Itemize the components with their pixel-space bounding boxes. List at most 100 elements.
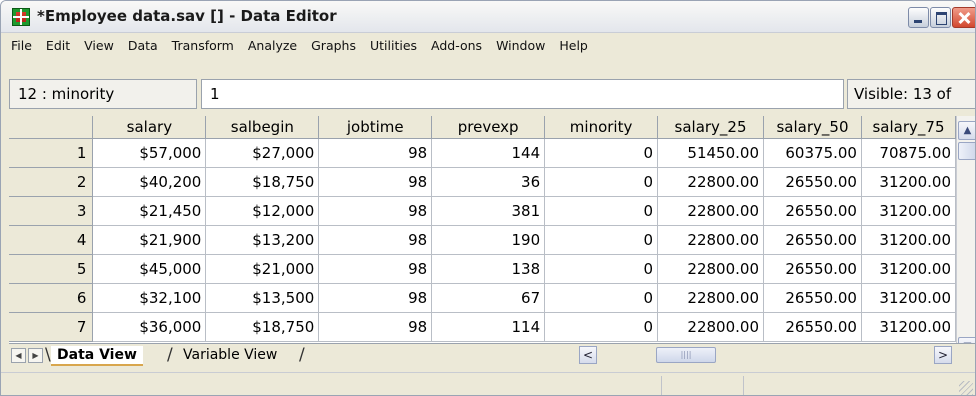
data-cell[interactable]: 0 [544, 225, 659, 255]
data-cell[interactable]: 381 [431, 196, 546, 226]
data-cell[interactable]: 0 [544, 167, 659, 197]
menu-help[interactable]: Help [552, 38, 595, 53]
scroll-up-icon[interactable]: ▲ [958, 121, 975, 140]
column-header[interactable]: salbegin [205, 116, 320, 139]
column-header[interactable]: minority [544, 116, 659, 139]
scroll-left-icon[interactable]: < [579, 346, 597, 364]
data-cell[interactable]: 0 [544, 283, 659, 313]
data-cell[interactable]: 22800.00 [657, 283, 764, 313]
data-cell[interactable]: 144 [431, 138, 546, 168]
data-cell[interactable]: $21,000 [205, 254, 320, 284]
data-cell[interactable]: 98 [318, 254, 433, 284]
data-cell[interactable]: 67 [431, 283, 546, 313]
menu-graphs[interactable]: Graphs [304, 38, 363, 53]
data-cell[interactable]: $13,500 [205, 283, 320, 313]
column-header[interactable]: salary_25 [657, 116, 764, 139]
data-cell[interactable]: 36 [431, 167, 546, 197]
data-cell[interactable]: 51450.00 [657, 138, 764, 168]
menu-transform[interactable]: Transform [165, 38, 241, 53]
data-cell[interactable]: $13,200 [205, 225, 320, 255]
tab-next-icon[interactable]: ▶ [28, 348, 43, 363]
row-header[interactable]: 6 [9, 283, 94, 313]
horizontal-scroll-thumb[interactable]: |||| [656, 347, 716, 363]
tab-data-view[interactable]: Data View [51, 346, 143, 366]
row-header[interactable]: 2 [9, 167, 94, 197]
vertical-scrollbar[interactable]: ▲ ▼ [956, 116, 975, 356]
data-cell[interactable]: 26550.00 [763, 312, 862, 342]
data-cell[interactable]: 31200.00 [861, 312, 956, 342]
menu-add-ons[interactable]: Add-ons [424, 38, 489, 53]
data-cell[interactable]: 98 [318, 138, 433, 168]
column-header-row: salary salbegin jobtime prevexp minority… [9, 116, 956, 139]
data-cell[interactable]: 31200.00 [861, 196, 956, 226]
scroll-right-icon[interactable]: > [934, 346, 952, 364]
data-cell[interactable]: 60375.00 [763, 138, 862, 168]
title-bar[interactable]: *Employee data.sav [] - Data Editor [1, 1, 975, 33]
data-cell[interactable]: $27,000 [205, 138, 320, 168]
data-cell[interactable]: 26550.00 [763, 254, 862, 284]
row-header[interactable]: 5 [9, 254, 94, 284]
data-cell[interactable]: 31200.00 [861, 254, 956, 284]
tab-prev-icon[interactable]: ◀ [11, 348, 26, 363]
column-header[interactable]: salary_50 [763, 116, 862, 139]
column-header[interactable]: prevexp [431, 116, 546, 139]
tab-variable-view[interactable]: Variable View [177, 346, 283, 366]
data-cell[interactable]: $18,750 [205, 167, 320, 197]
data-cell[interactable]: 114 [431, 312, 546, 342]
data-cell[interactable]: 0 [544, 196, 659, 226]
menu-file[interactable]: File [4, 38, 39, 53]
data-cell[interactable]: 98 [318, 283, 433, 313]
data-cell[interactable]: 70875.00 [861, 138, 956, 168]
data-cell[interactable]: 31200.00 [861, 225, 956, 255]
menu-view[interactable]: View [77, 38, 121, 53]
data-cell[interactable]: 26550.00 [763, 225, 862, 255]
menu-window[interactable]: Window [489, 38, 552, 53]
grid-corner[interactable] [9, 116, 94, 139]
data-cell[interactable]: 22800.00 [657, 312, 764, 342]
column-header[interactable]: salary_75 [861, 116, 956, 139]
data-cell[interactable]: 98 [318, 225, 433, 255]
data-cell[interactable]: $21,900 [92, 225, 207, 255]
column-header[interactable]: jobtime [318, 116, 433, 139]
data-cell[interactable]: 31200.00 [861, 283, 956, 313]
data-cell[interactable]: 22800.00 [657, 225, 764, 255]
data-cell[interactable]: 26550.00 [763, 196, 862, 226]
menu-analyze[interactable]: Analyze [241, 38, 304, 53]
row-header[interactable]: 1 [9, 138, 94, 168]
row-header[interactable]: 4 [9, 225, 94, 255]
close-button[interactable] [952, 7, 975, 28]
column-header[interactable]: salary [92, 116, 207, 139]
cell-value-input[interactable]: 1 [201, 79, 844, 109]
data-cell[interactable]: $40,200 [92, 167, 207, 197]
data-cell[interactable]: 0 [544, 138, 659, 168]
data-cell[interactable]: $36,000 [92, 312, 207, 342]
minimize-button[interactable] [908, 7, 929, 28]
data-cell[interactable]: $32,100 [92, 283, 207, 313]
data-cell[interactable]: 138 [431, 254, 546, 284]
data-cell[interactable]: $18,750 [205, 312, 320, 342]
vertical-scroll-thumb[interactable] [958, 142, 975, 160]
data-cell[interactable]: 98 [318, 312, 433, 342]
data-cell[interactable]: 98 [318, 196, 433, 226]
menu-edit[interactable]: Edit [39, 38, 77, 53]
data-cell[interactable]: 22800.00 [657, 167, 764, 197]
data-cell[interactable]: $57,000 [92, 138, 207, 168]
data-cell[interactable]: 31200.00 [861, 167, 956, 197]
data-cell[interactable]: 26550.00 [763, 283, 862, 313]
data-cell[interactable]: 22800.00 [657, 254, 764, 284]
data-cell[interactable]: $12,000 [205, 196, 320, 226]
data-cell[interactable]: 22800.00 [657, 196, 764, 226]
data-cell[interactable]: 0 [544, 254, 659, 284]
data-cell[interactable]: 26550.00 [763, 167, 862, 197]
row-header[interactable]: 3 [9, 196, 94, 226]
data-cell[interactable]: 98 [318, 167, 433, 197]
resize-grip-icon[interactable] [959, 381, 973, 395]
row-header[interactable]: 7 [9, 312, 94, 342]
maximize-button[interactable] [930, 7, 951, 28]
data-cell[interactable]: 190 [431, 225, 546, 255]
menu-utilities[interactable]: Utilities [363, 38, 424, 53]
menu-data[interactable]: Data [121, 38, 165, 53]
data-cell[interactable]: $45,000 [92, 254, 207, 284]
data-cell[interactable]: $21,450 [92, 196, 207, 226]
data-cell[interactable]: 0 [544, 312, 659, 342]
